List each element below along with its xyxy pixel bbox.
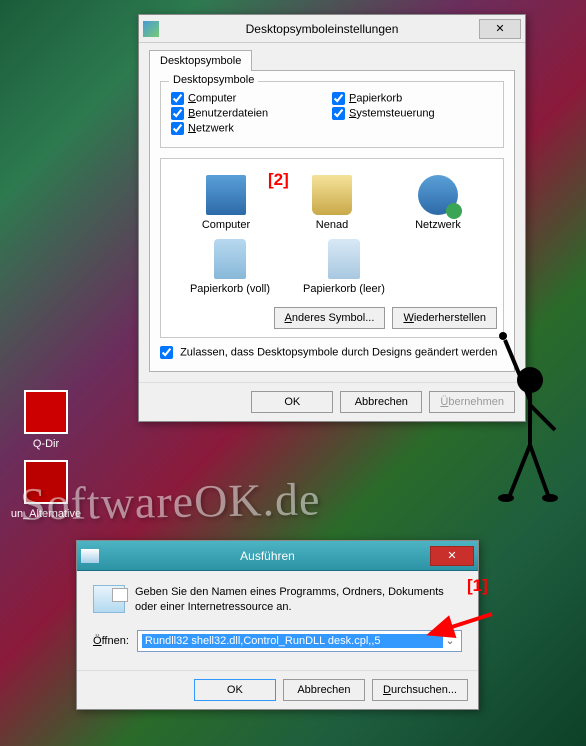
icon-label: Nenad xyxy=(291,219,373,231)
network-icon xyxy=(418,175,458,215)
window-title: Desktopsymboleinstellungen xyxy=(165,22,479,36)
checkbox-benutzerdateien[interactable]: Benutzerdateien xyxy=(171,107,332,120)
ok-button[interactable]: OK xyxy=(194,679,276,701)
run-icon xyxy=(93,585,125,613)
window-title: Ausführen xyxy=(105,549,430,563)
run-description: Geben Sie den Namen eines Programms, Ord… xyxy=(135,585,462,616)
close-button[interactable]: ✕ xyxy=(479,19,521,39)
alternative-icon xyxy=(24,460,68,504)
cancel-button[interactable]: Abbrechen xyxy=(340,391,422,413)
desktop-icon-settings-window: Desktopsymboleinstellungen ✕ Desktopsymb… xyxy=(138,14,526,422)
icon-item-nenad[interactable]: Nenad xyxy=(291,175,373,231)
recycle-bin-full-icon xyxy=(214,239,246,279)
close-button[interactable]: ✕ xyxy=(430,546,474,566)
titlebar[interactable]: Ausführen ✕ xyxy=(77,541,478,571)
open-combobox[interactable]: Rundll32 shell32.dll,Control_RunDLL desk… xyxy=(137,630,462,652)
checkbox-allow-themes[interactable]: Zulassen, dass Desktopsymbole durch Desi… xyxy=(160,346,504,359)
checkbox-papierkorb[interactable]: Papierkorb xyxy=(332,92,493,105)
run-dialog-window: Ausführen ✕ Geben Sie den Namen eines Pr… xyxy=(76,540,479,710)
annotation-1: [1] xyxy=(467,576,488,596)
user-folder-icon xyxy=(312,175,352,215)
ok-button[interactable]: OK xyxy=(251,391,333,413)
apply-button: Übernehmen xyxy=(429,391,515,413)
icon-item-bin-empty[interactable]: Papierkorb (leer) xyxy=(299,239,389,295)
checkbox-netzwerk[interactable]: Netzwerk xyxy=(171,122,332,135)
cancel-button[interactable]: Abbrechen xyxy=(283,679,365,701)
icon-item-netzwerk[interactable]: Netzwerk xyxy=(397,175,479,231)
change-icon-button[interactable]: Anderes Symbol... xyxy=(274,307,386,329)
browse-button[interactable]: Durchsuchen... xyxy=(372,679,468,701)
icon-label: Papierkorb (voll) xyxy=(185,283,275,295)
desktop-icon-label: un_Alternative xyxy=(10,508,82,520)
titlebar[interactable]: Desktopsymboleinstellungen ✕ xyxy=(139,15,525,43)
qdir-icon xyxy=(24,390,68,434)
chevron-down-icon[interactable]: ⌄ xyxy=(443,634,457,647)
run-window-icon xyxy=(81,549,99,563)
icon-item-bin-full[interactable]: Papierkorb (voll) xyxy=(185,239,275,295)
icon-preview-grid: Computer Nenad Netzwerk Papierkorb (voll… xyxy=(160,158,504,338)
icon-label: Papierkorb (leer) xyxy=(299,283,389,295)
open-value: Rundll32 shell32.dll,Control_RunDLL desk… xyxy=(142,634,443,648)
desktop-icon-label: Q-Dir xyxy=(10,438,82,450)
restore-default-button[interactable]: Wiederherstellen xyxy=(392,307,497,329)
annotation-2: [2] xyxy=(268,170,289,190)
icon-item-computer[interactable]: Computer xyxy=(185,175,267,231)
recycle-bin-empty-icon xyxy=(328,239,360,279)
tab-desktopsymbole[interactable]: Desktopsymbole xyxy=(149,50,252,71)
checkbox-systemsteuerung[interactable]: Systemsteuerung xyxy=(332,107,493,120)
desktop-icon-qdir[interactable]: Q-Dir xyxy=(10,390,82,450)
icon-label: Computer xyxy=(185,219,267,231)
checkbox-computer[interactable]: Computer xyxy=(171,92,332,105)
group-label: Desktopsymbole xyxy=(169,74,258,86)
allow-themes-label: Zulassen, dass Desktopsymbole durch Desi… xyxy=(180,346,497,358)
open-label: Öffnen: xyxy=(93,635,129,647)
icon-label: Netzwerk xyxy=(397,219,479,231)
computer-icon xyxy=(206,175,246,215)
desktop-icon-alternative[interactable]: un_Alternative xyxy=(10,460,82,520)
window-icon xyxy=(143,21,159,37)
